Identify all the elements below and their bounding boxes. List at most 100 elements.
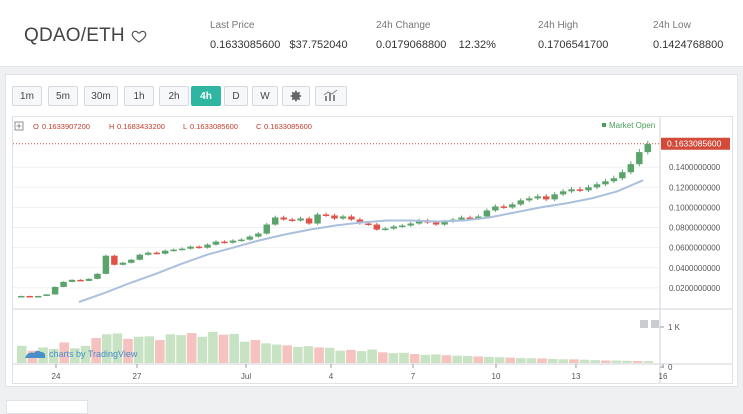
candle-body	[636, 152, 643, 165]
candle-body	[161, 250, 169, 254]
interval-5m[interactable]: 5m	[48, 86, 78, 106]
candle-body	[458, 217, 465, 220]
change-value: 0.0179068800	[376, 39, 447, 51]
candle-body	[263, 224, 270, 234]
pair-title: QDAO/ETH	[24, 25, 125, 46]
candle-body	[119, 262, 127, 265]
volume-bar	[165, 334, 176, 363]
current-price-tag: 0.1633085600	[661, 137, 730, 150]
candle-body	[178, 248, 186, 251]
volume-bar	[611, 360, 622, 363]
price-tick-label: 0.0800000000	[669, 224, 721, 233]
interval-4h[interactable]: 4h	[191, 86, 221, 106]
volume-bar	[473, 356, 484, 363]
candle-body	[128, 259, 135, 263]
candle-body	[77, 279, 84, 282]
volume-bar	[144, 336, 155, 363]
volume-bar	[452, 355, 462, 363]
candle-body	[68, 279, 76, 282]
volume-bar	[282, 345, 293, 363]
gear-icon	[290, 90, 302, 102]
volume-tick-label: 0	[668, 363, 673, 372]
candle-body	[517, 200, 524, 205]
volume-bar	[643, 361, 653, 363]
volume-bar	[356, 351, 367, 363]
volume-bar	[484, 356, 494, 363]
volume-bar	[229, 333, 239, 363]
volume-bar	[250, 340, 261, 363]
last-price-usd: $37.752040	[289, 39, 348, 51]
indicators-button[interactable]	[315, 86, 347, 106]
candle-body	[34, 295, 42, 298]
candle-body	[526, 198, 533, 201]
candle-body	[18, 295, 25, 298]
candle-body	[610, 178, 618, 182]
candle-body	[195, 246, 203, 249]
low-label: 24h Low	[653, 20, 691, 31]
volume-bar	[155, 340, 165, 363]
candle-body	[204, 244, 211, 248]
interval-1m[interactable]: 1m	[12, 86, 42, 106]
volume-bar	[569, 359, 579, 363]
candle-body	[170, 249, 177, 252]
volume-bar	[409, 353, 420, 363]
high-label: 24h High	[538, 20, 579, 31]
candle-body	[43, 294, 50, 296]
candle-body	[221, 241, 228, 244]
volume-bar	[367, 349, 377, 363]
candle-body	[322, 214, 330, 216]
candle-body	[568, 189, 575, 192]
chart-canvas[interactable]: 0.1633085600 0.1400000000 0.1200000000 0.1…	[13, 117, 732, 383]
volume-bar	[314, 347, 324, 363]
change-stat: 24h Change 0.0179068800 12.32%	[376, 20, 496, 51]
volume-bar	[239, 341, 250, 363]
volume-bar	[324, 347, 335, 363]
interval-d[interactable]: D	[224, 86, 248, 106]
interval-2h[interactable]: 2h	[159, 86, 189, 106]
candle-body	[602, 181, 609, 185]
interval-30m[interactable]: 30m	[84, 86, 118, 106]
price-chart[interactable]: 0.1633085600 0.1400000000 0.1200000000 0.1…	[12, 116, 733, 384]
interval-1h[interactable]: 1h	[124, 86, 154, 106]
volume-bar	[537, 358, 547, 363]
indicators-icon	[323, 89, 338, 101]
low-stat: 24h Low 0.1424768800	[653, 20, 723, 51]
candle-body	[297, 218, 304, 221]
chart-panel: 1m 5m 30m 1h 2h 4h D W 0.1633085600 0.14…	[5, 74, 738, 387]
volume-bar	[558, 359, 569, 363]
candle-body	[288, 219, 296, 222]
volume-bar	[17, 345, 27, 363]
market-status: Market Open	[609, 121, 655, 130]
candle-body	[483, 210, 491, 217]
interval-w[interactable]: W	[252, 86, 278, 106]
volume-scale-buttons[interactable]	[640, 320, 659, 328]
candle-body	[382, 228, 389, 231]
settings-button[interactable]	[282, 86, 310, 106]
candle-body	[145, 252, 152, 255]
volume-bar	[505, 357, 515, 363]
favorite-heart-icon[interactable]	[131, 28, 147, 44]
svg-text:charts by TradingView: charts by TradingView	[49, 349, 138, 359]
candle-body	[331, 215, 338, 219]
volume-bar	[335, 350, 346, 363]
bottom-tab[interactable]	[6, 400, 88, 414]
change-percent: 12.32%	[458, 39, 496, 51]
candle-body	[509, 204, 516, 208]
candle-body	[492, 206, 499, 211]
market-header: QDAO/ETH Last Price 0.1633085600 $37.752…	[0, 0, 743, 67]
time-tick-label: 7	[411, 372, 416, 381]
time-tick-label: Jul	[241, 372, 251, 381]
candle-body	[585, 187, 592, 191]
high-stat: 24h High 0.1706541700	[538, 20, 608, 51]
volume-bar	[218, 334, 229, 363]
change-label: 24h Change	[376, 20, 431, 31]
volume-bar	[388, 353, 399, 363]
volume-bar	[590, 360, 600, 363]
candle-body	[111, 255, 118, 265]
volume-bar	[271, 344, 282, 363]
candle-body	[432, 222, 440, 225]
candle-body	[51, 286, 59, 295]
candle-body	[339, 216, 347, 219]
candle-body	[576, 189, 584, 191]
candle-body	[238, 239, 245, 242]
